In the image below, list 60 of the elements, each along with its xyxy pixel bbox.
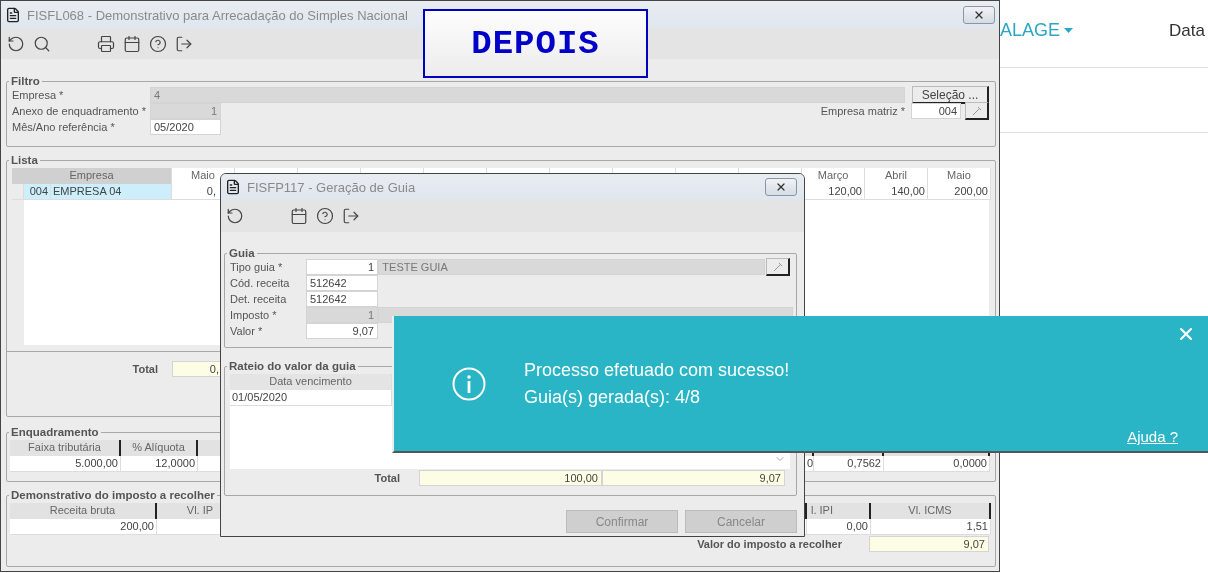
- text-field[interactable]: 05/2020: [150, 119, 221, 135]
- table-cell: 120,00: [802, 184, 865, 200]
- text-field[interactable]: 512642: [306, 291, 378, 307]
- field-label: Mês/Ano referência *: [12, 121, 116, 133]
- table-cell: 0,0000: [884, 456, 990, 472]
- group-title: Lista: [10, 154, 39, 166]
- group-title: Demonstrativo do imposto a recolher: [10, 489, 216, 501]
- field-label: Tipo guia *: [230, 261, 284, 273]
- table-cell: 1,51: [871, 519, 991, 535]
- table-cell: 004: [24, 184, 51, 200]
- field-label: Imposto *: [230, 309, 278, 321]
- text-field[interactable]: 1: [306, 307, 378, 323]
- column-header: Data vencimento: [230, 374, 392, 390]
- field-label: Anexo de enquadramento *: [12, 105, 147, 117]
- field-label: Cód. receita: [230, 277, 291, 289]
- table-cell: 200,00: [928, 184, 991, 200]
- column-header: % Alíquota: [121, 440, 198, 456]
- window-title: FISFP117 - Geração de Guia: [247, 179, 416, 195]
- total-label: Valor do imposto a recolher: [697, 537, 842, 550]
- help-link[interactable]: Ajuda ?: [1127, 428, 1178, 445]
- column-header: Receita bruta: [10, 503, 157, 519]
- banner-text: DEPOIS: [471, 24, 600, 63]
- table-cell: 01/05/2020: [230, 390, 392, 406]
- field-label: Det. receita: [230, 293, 288, 305]
- table-cell: 0,00: [807, 519, 871, 535]
- text-field[interactable]: 9,07: [306, 323, 378, 339]
- table-cell: 140,00: [865, 184, 928, 200]
- table-cell: 0,7562: [814, 456, 884, 472]
- text-field[interactable]: 512642: [306, 275, 378, 291]
- field-label: Valor *: [230, 325, 264, 337]
- group-title: Filtro: [10, 75, 41, 87]
- column-header: Faixa tributária: [10, 440, 121, 456]
- column-header: Empresa: [12, 168, 172, 184]
- window-title: FISFL068 - Demonstrativo para Arrecadação do Simples Nacional: [27, 7, 408, 23]
- total-label: Total: [131, 362, 158, 375]
- field-label: Empresa *: [12, 89, 65, 101]
- column-heading: Data: [1169, 20, 1205, 41]
- column-header: Abril: [865, 168, 928, 184]
- text-field[interactable]: TESTE GUIA: [378, 259, 766, 275]
- column-header: Março: [802, 168, 865, 184]
- group-title: Enquadramento: [10, 426, 100, 438]
- field-label: Empresa matriz *: [820, 105, 905, 117]
- total-field: 9,07: [869, 535, 989, 552]
- text-field[interactable]: 004: [911, 103, 961, 119]
- notification-detail: Guia(s) gerada(s): 4/8: [524, 386, 702, 408]
- table-cell: 200,00: [10, 519, 157, 535]
- table-cell: 5.000,00: [10, 456, 121, 472]
- group-title: Guia: [228, 247, 256, 259]
- table-cell: EMPRESA 04: [51, 184, 172, 200]
- nav-menu[interactable]: ALAGE: [1000, 20, 1074, 41]
- total-field: 100,00: [419, 469, 602, 486]
- column-header: Maio: [928, 168, 991, 184]
- total-field: 9,07: [602, 469, 785, 486]
- selection-button[interactable]: Seleção ...: [912, 86, 989, 104]
- column-header: l. IPI: [807, 503, 871, 519]
- notification-message: Processo efetuado com sucesso!: [524, 359, 790, 381]
- total-label: Total: [373, 471, 400, 484]
- table-cell: 12,0000: [121, 456, 198, 472]
- text-field[interactable]: 1: [306, 259, 378, 275]
- column-header: Vl. ICMS: [871, 503, 991, 519]
